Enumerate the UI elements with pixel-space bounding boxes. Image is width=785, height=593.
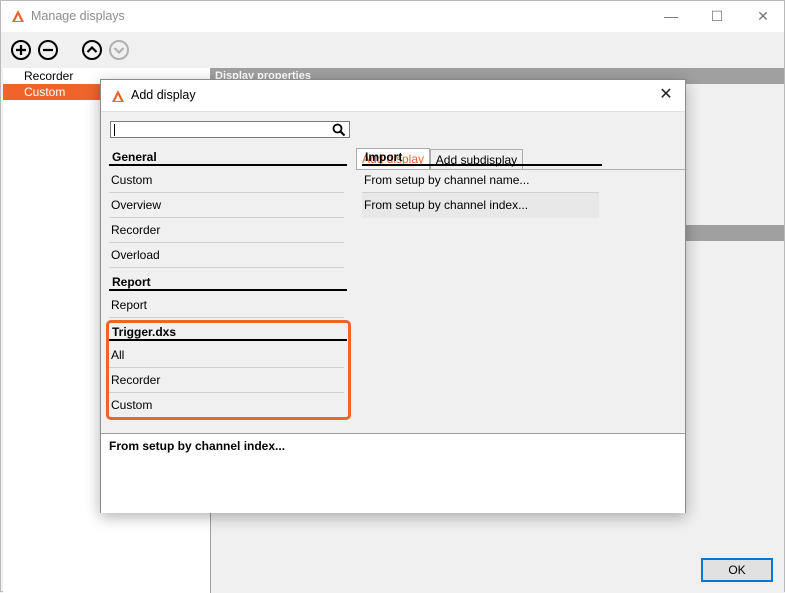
close-button[interactable]: ✕ (740, 1, 785, 32)
list-item[interactable]: From setup by channel name... (362, 168, 599, 193)
list-item[interactable]: Overview (109, 193, 344, 218)
dialog-title-bar: Add display ✕ (101, 80, 685, 111)
trigger-group-highlight (106, 320, 351, 420)
add-icon[interactable] (10, 39, 32, 61)
move-down-icon[interactable] (108, 39, 130, 61)
description-panel: From setup by channel index... (101, 433, 685, 513)
list-item[interactable]: Report (109, 293, 344, 318)
list-item[interactable]: From setup by channel index... (362, 193, 599, 218)
remove-icon[interactable] (37, 39, 59, 61)
list-item[interactable]: Custom (109, 168, 344, 193)
title-bar: Manage displays — ☐ ✕ (1, 1, 784, 32)
group-header-import: Import (362, 148, 602, 166)
list-item[interactable]: Recorder (109, 218, 344, 243)
description-text: From setup by channel index... (109, 439, 286, 453)
search-input[interactable] (110, 121, 350, 138)
move-up-icon[interactable] (81, 39, 103, 61)
add-display-dialog: Add display ✕ General Custom Overview Re… (100, 79, 687, 513)
minimize-button[interactable]: — (648, 1, 694, 32)
dialog-close-button[interactable]: ✕ (651, 82, 681, 108)
list-item[interactable]: Overload (109, 243, 344, 268)
app-logo-icon (12, 10, 24, 22)
window-title: Manage displays (31, 9, 125, 23)
app-logo-icon (112, 90, 124, 102)
ok-button[interactable]: OK (701, 558, 773, 582)
group-header-general: General (109, 148, 347, 166)
group-header-report: Report (109, 273, 347, 291)
text-caret (114, 124, 115, 136)
search-icon[interactable] (332, 123, 346, 137)
maximize-button[interactable]: ☐ (694, 1, 740, 32)
dialog-title: Add display (131, 88, 196, 102)
